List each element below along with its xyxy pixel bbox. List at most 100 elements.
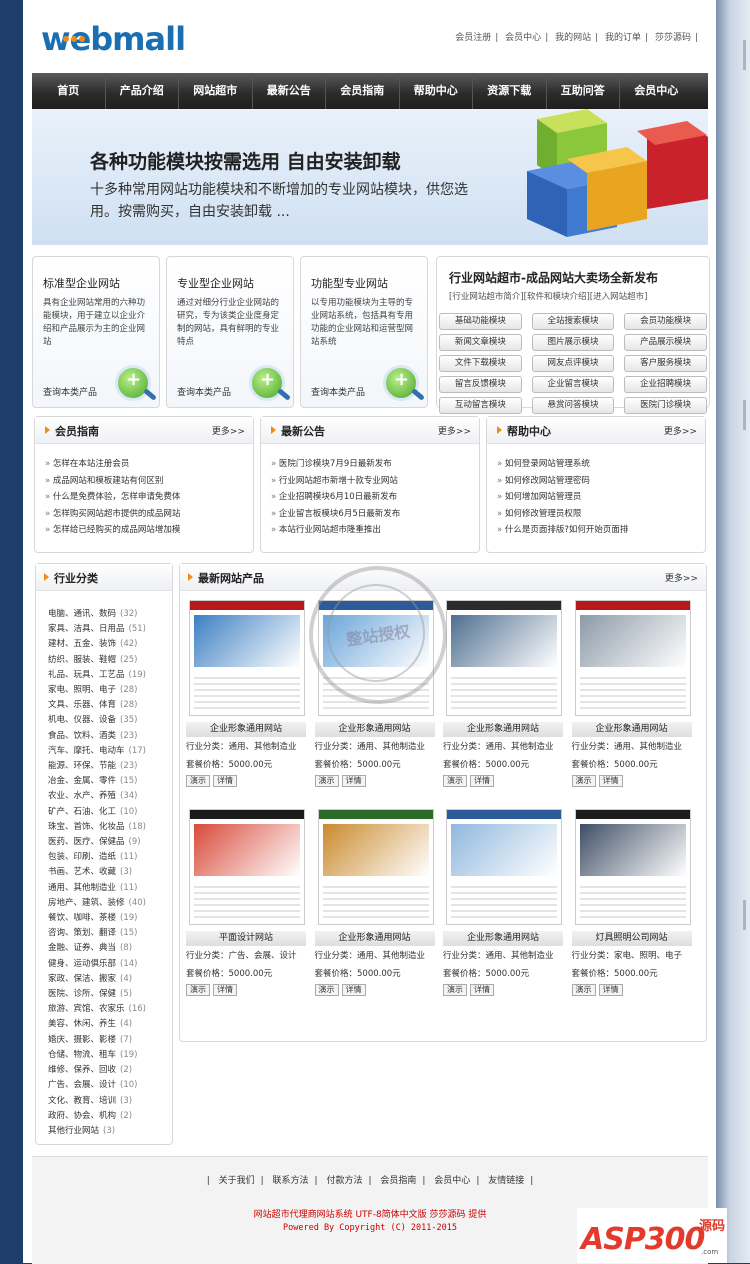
list-item[interactable]: 怎样在本站注册会员 [45,456,253,473]
more-link[interactable]: 更多>> [665,571,698,584]
category-item[interactable]: 医药、医疗、保健品 (9) [48,835,172,850]
product-box-functional[interactable]: 功能型专业网站 以专用功能模块为主导的专业网站系统，包括具有专用功能的企业网站和… [300,256,428,408]
detail-button[interactable]: 详情 [213,984,237,996]
product-box-link[interactable]: 查询本类产品 [311,385,365,398]
list-item[interactable]: 本站行业网站超市隆重推出 [271,522,479,539]
detail-button[interactable]: 详情 [598,775,623,787]
product-thumbnail[interactable] [574,600,691,716]
more-link[interactable]: 更多>> [212,424,245,437]
module-button[interactable]: 会员功能模块 [624,313,707,330]
list-item[interactable]: 如何修改管理员权限 [497,506,705,523]
list-item[interactable]: 什么是页面排版?如何开始页面排 [497,522,705,539]
category-item[interactable]: 健身、运动俱乐部 (14) [48,957,172,972]
detail-button[interactable]: 详情 [598,984,623,996]
magnifier-plus-icon[interactable] [249,365,285,401]
category-item[interactable]: 医院、诊所、保健 (5) [48,987,172,1002]
category-item[interactable]: 建材、五金、装饰 (42) [48,637,172,652]
footer-link[interactable]: 关于我们 [219,1176,255,1186]
nav-help[interactable]: 帮助中心 [400,73,473,109]
nav-guide[interactable]: 会员指南 [326,73,400,109]
category-item[interactable]: 农业、水产、养殖 (34) [48,789,172,804]
product-box-link[interactable]: 查询本类产品 [177,385,231,398]
list-item[interactable]: 如何登录网站管理系统 [497,456,705,473]
product-name[interactable]: 企业形象通用网站 [443,722,563,737]
category-item[interactable]: 书画、艺术、收藏 (3) [48,865,172,880]
category-item[interactable]: 家电、照明、电子 (28) [48,683,172,698]
list-item[interactable]: 成品网站和模板建站有何区别 [45,473,253,490]
product-name[interactable]: 平面设计网站 [186,931,306,946]
module-button[interactable]: 基础功能模块 [439,313,522,330]
module-button[interactable]: 产品展示模块 [624,334,707,351]
category-item[interactable]: 冶金、金属、零件 (15) [48,774,172,789]
category-item[interactable]: 美容、休闲、养生 (4) [48,1017,172,1032]
category-item[interactable]: 维修、保养、回收 (2) [48,1063,172,1078]
demo-button[interactable]: 演示 [571,984,596,996]
category-item[interactable]: 餐饮、咖啡、茶楼 (19) [48,911,172,926]
footer-link[interactable]: 联系方法 [273,1176,309,1186]
category-item[interactable]: 金融、证券、典当 (8) [48,941,172,956]
list-item[interactable]: 什么是免费体验，怎样申请免费体 [45,489,253,506]
module-button[interactable]: 客户服务模块 [624,355,707,372]
module-button[interactable]: 企业招聘模块 [624,376,707,393]
magnifier-plus-icon[interactable] [383,365,419,401]
product-thumbnail[interactable] [446,809,562,925]
demo-button[interactable]: 演示 [186,984,210,996]
module-button[interactable]: 新闻文章模块 [439,334,522,351]
product-thumbnail[interactable] [317,809,434,925]
category-item[interactable]: 礼品、玩具、工艺品 (19) [48,668,172,683]
detail-button[interactable]: 详情 [470,984,494,996]
product-thumbnail[interactable] [189,600,305,716]
module-button[interactable]: 图片展示模块 [531,334,615,351]
toplink-member-center[interactable]: 会员中心 [505,33,541,43]
product-box-standard[interactable]: 标准型企业网站 具有企业网站常用的六种功能模块，用于建立以企业介绍和产品展示为主… [32,256,160,408]
product-thumbnail[interactable] [189,809,305,925]
demo-button[interactable]: 演示 [186,775,210,787]
category-item[interactable]: 其他行业网站 (3) [48,1124,172,1139]
list-item[interactable]: 企业留言板模块6月5日最新发布 [271,506,479,523]
product-name[interactable]: 企业形象通用网站 [443,931,563,946]
category-item[interactable]: 咨询、策划、翻译 (15) [48,926,172,941]
category-item[interactable]: 文具、乐器、体育 (28) [48,698,172,713]
module-button[interactable]: 企业留言模块 [531,376,615,393]
detail-button[interactable]: 详情 [213,775,237,787]
more-link[interactable]: 更多>> [438,424,471,437]
magnifier-plus-icon[interactable] [115,365,151,401]
more-link[interactable]: 更多>> [664,424,697,437]
nav-market[interactable]: 网站超市 [179,73,253,109]
nav-downloads[interactable]: 资源下载 [473,73,547,109]
category-item[interactable]: 珠宝、首饰、化妆品 (18) [48,820,172,835]
toplink-register[interactable]: 会员注册 [455,33,491,43]
category-item[interactable]: 家政、保洁、搬家 (4) [48,972,172,987]
demo-button[interactable]: 演示 [443,984,467,996]
product-box-link[interactable]: 查询本类产品 [43,385,97,398]
market-title[interactable]: 行业网站超市-成品网站大卖场全新发布 [449,269,658,286]
category-item[interactable]: 食品、饮料、酒类 (23) [48,729,172,744]
list-item[interactable]: 如何修改网站管理密码 [497,473,705,490]
footer-link[interactable]: 友情链接 [488,1176,524,1186]
demo-button[interactable]: 演示 [571,775,596,787]
category-item[interactable]: 电脑、通讯、数码 (32) [48,607,172,622]
toplink-my-orders[interactable]: 我的订单 [605,33,641,43]
module-button[interactable]: 医院门诊模块 [624,397,707,414]
category-item[interactable]: 能源、环保、节能 (23) [48,759,172,774]
demo-button[interactable]: 演示 [443,775,467,787]
nav-member[interactable]: 会员中心 [620,73,693,109]
module-button[interactable]: 全站搜索模块 [531,313,615,330]
footer-link[interactable]: 会员中心 [434,1176,470,1186]
module-button[interactable]: 悬赏问答模块 [531,397,615,414]
category-item[interactable]: 婚庆、摄影、影楼 (7) [48,1033,172,1048]
nav-home[interactable]: 首页 [32,73,106,109]
product-name[interactable]: 企业形象通用网站 [186,722,306,737]
category-item[interactable]: 机电、仪器、设备 (35) [48,713,172,728]
category-item[interactable]: 家具、洁具、日用品 (51) [48,622,172,637]
product-name[interactable]: 企业形象通用网站 [314,722,435,737]
list-item[interactable]: 怎样给已经购买的成品网站增加模 [45,522,253,539]
footer-link[interactable]: 会员指南 [380,1176,416,1186]
footer-link[interactable]: 付款方法 [326,1176,362,1186]
nav-announcements[interactable]: 最新公告 [253,73,326,109]
toplink-shasha[interactable]: 莎莎源码 [655,33,691,43]
detail-button[interactable]: 详情 [341,775,366,787]
product-thumbnail[interactable] [574,809,691,925]
category-item[interactable]: 仓储、物流、租车 (19) [48,1048,172,1063]
category-item[interactable]: 旅游、宾馆、农家乐 (16) [48,1002,172,1017]
